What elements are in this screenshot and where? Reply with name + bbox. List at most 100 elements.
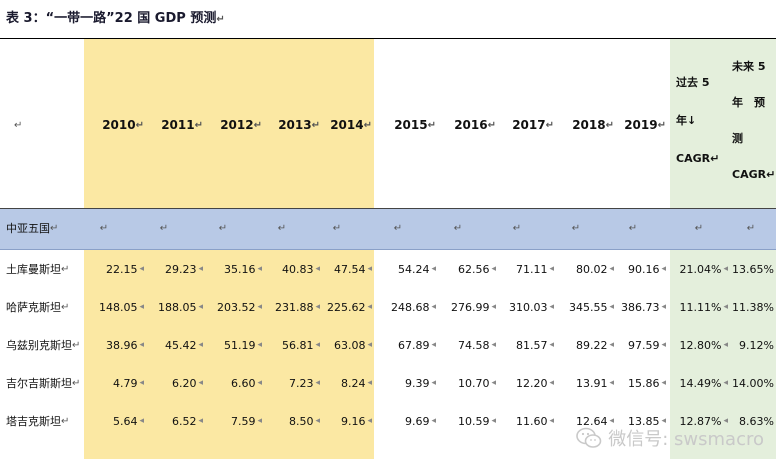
gdp-value-cell: 6.60 ◂ xyxy=(204,364,262,402)
gdp-value: 188.05 xyxy=(157,300,197,314)
gdp-value: 45.42 xyxy=(164,338,197,352)
header-year-2013: 2013 ↵ xyxy=(264,110,320,140)
header-year-2019: 2019 ↵ xyxy=(620,110,666,140)
row-mark: ◂ xyxy=(661,340,666,350)
gdp-value: 71.11 xyxy=(515,262,548,276)
cagr-past-cell: 11.11% ◂ xyxy=(670,288,728,326)
gdp-value-cell: 8.50 ◂ xyxy=(264,402,320,440)
row-mark: ◂ xyxy=(198,416,203,426)
wechat-icon xyxy=(576,427,602,448)
cagr-future-value: 11.38% xyxy=(732,300,774,314)
gdp-value: 38.96 xyxy=(105,338,138,352)
gdp-value: 56.81 xyxy=(281,338,314,352)
header-year-2017: 2017 ↵ xyxy=(500,110,554,140)
gdp-value: 35.16 xyxy=(223,262,256,276)
cagr-past-value: 12.80% xyxy=(679,338,722,352)
gdp-value: 13.91 xyxy=(575,376,608,390)
paragraph-mark: ↵ xyxy=(427,119,436,131)
gdp-value: 81.57 xyxy=(515,338,548,352)
gdp-value: 40.83 xyxy=(281,262,314,276)
gdp-value: 7.59 xyxy=(230,414,256,428)
header-year-text: 2018 xyxy=(572,118,606,132)
paragraph-mark: ↵ xyxy=(72,339,81,351)
header-year-2014: 2014 ↵ xyxy=(322,110,372,140)
gdp-value: 80.02 xyxy=(575,262,608,276)
gdp-value: 310.03 xyxy=(508,300,548,314)
gdp-value-cell: 62.56 ◂ xyxy=(440,250,496,288)
gdp-value-cell: 89.22 ◂ xyxy=(558,326,614,364)
group-cell-mark: ↵ xyxy=(694,222,704,234)
row-mark: ◂ xyxy=(198,302,203,312)
row-mark: ◂ xyxy=(198,264,203,274)
row-mark: ◂ xyxy=(367,378,372,388)
gdp-value: 5.64 xyxy=(112,414,138,428)
gdp-value-cell: 67.89 ◂ xyxy=(380,326,436,364)
row-mark: ◂ xyxy=(367,416,372,426)
gdp-value-cell: 6.20 ◂ xyxy=(145,364,203,402)
gdp-value: 8.24 xyxy=(340,376,366,390)
paragraph-mark: ↵ xyxy=(194,119,203,131)
row-mark: ◂ xyxy=(315,340,320,350)
row-mark: ◂ xyxy=(257,378,262,388)
row-mark: ◂ xyxy=(431,264,436,274)
gdp-value: 9.39 xyxy=(404,376,430,390)
gdp-value: 345.55 xyxy=(568,300,608,314)
country-name: 土库曼斯坦 xyxy=(6,263,61,276)
group-cell-mark: ↵ xyxy=(571,222,581,234)
gdp-value-cell: 8.24 ◂ xyxy=(322,364,372,402)
gdp-value-cell: 56.81 ◂ xyxy=(264,326,320,364)
header-year-2012: 2012 ↵ xyxy=(204,110,262,140)
cagr-past-line-2: 年↓ xyxy=(676,114,697,127)
cagr-future-value: 14.00% xyxy=(732,376,774,390)
group-label-text: 中亚五国 xyxy=(6,222,50,235)
group-cell-mark: ↵ xyxy=(628,222,638,234)
gdp-value-cell: 4.79 ◂ xyxy=(84,364,144,402)
gdp-value: 9.69 xyxy=(404,414,430,428)
group-cell-mark: ↵ xyxy=(99,222,109,234)
row-mark: ◂ xyxy=(139,302,144,312)
gdp-value-cell: 97.59 ◂ xyxy=(620,326,666,364)
gdp-value-cell: 47.54 ◂ xyxy=(322,250,372,288)
header-year-text: 2010 xyxy=(102,118,136,132)
group-cell-mark: ↵ xyxy=(453,222,463,234)
header-year-text: 2013 xyxy=(278,118,312,132)
row-mark: ◂ xyxy=(315,378,320,388)
gdp-value-cell: 45.42 ◂ xyxy=(145,326,203,364)
gdp-value-cell: 80.02 ◂ xyxy=(558,250,614,288)
row-mark: ◂ xyxy=(549,378,554,388)
row-mark: ◂ xyxy=(198,340,203,350)
header-year-2015: 2015 ↵ xyxy=(380,110,436,140)
table-row-label: 吉尔吉斯斯坦 ↵ xyxy=(0,364,90,402)
paragraph-mark: ↵ xyxy=(216,14,225,25)
gdp-value: 10.59 xyxy=(457,414,490,428)
cagr-future-header: 未来 5 年 预 测 CAGR↵ xyxy=(732,52,776,190)
cagr-past-cell: 21.04% ◂ xyxy=(670,250,728,288)
gdp-value-cell: 7.23 ◂ xyxy=(264,364,320,402)
gdp-value-cell: 54.24 ◂ xyxy=(380,250,436,288)
cagr-past-cell: 12.80% ◂ xyxy=(670,326,728,364)
gdp-value-cell: 7.59 ◂ xyxy=(204,402,262,440)
paragraph-mark: ↵ xyxy=(61,301,70,313)
row-mark: ◂ xyxy=(315,264,320,274)
gdp-value-cell: 15.86 ◂ xyxy=(620,364,666,402)
gdp-value: 8.50 xyxy=(288,414,314,428)
gdp-value: 89.22 xyxy=(575,338,608,352)
row-mark: ◂ xyxy=(609,264,614,274)
row-mark: ◂ xyxy=(431,378,436,388)
gdp-value-cell: 386.73 ◂ xyxy=(620,288,666,326)
gdp-value: 6.52 xyxy=(171,414,197,428)
country-name: 吉尔吉斯斯坦 xyxy=(6,377,72,390)
cagr-future-cell: 14.00% xyxy=(728,364,774,402)
cagr-future-cell: 13.65% xyxy=(728,250,774,288)
group-cell-mark: ↵ xyxy=(159,222,169,234)
gdp-value: 7.23 xyxy=(288,376,314,390)
gdp-value: 386.73 xyxy=(620,300,660,314)
cagr-past-line-3: CAGR↵ xyxy=(676,152,720,165)
cagr-future-line-2: 年 预 xyxy=(732,96,765,109)
row-mark: ◂ xyxy=(491,264,496,274)
gdp-value: 6.20 xyxy=(171,376,197,390)
gdp-value: 15.86 xyxy=(627,376,660,390)
row-mark: ◂ xyxy=(257,416,262,426)
group-cell-mark: ↵ xyxy=(393,222,403,234)
gdp-value-cell: 40.83 ◂ xyxy=(264,250,320,288)
